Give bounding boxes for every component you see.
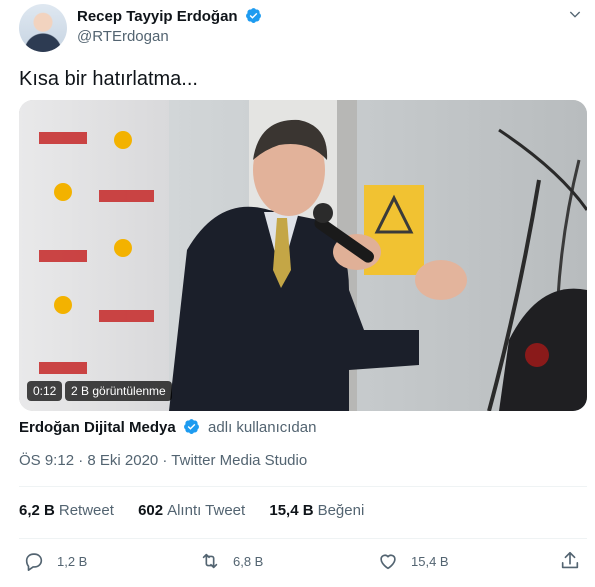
retweet-button[interactable]: 6,8 B	[199, 547, 263, 575]
tweet-timestamp[interactable]: ÖS 9:12 · 8 Eki 2020 · Twitter Media Stu…	[19, 452, 307, 469]
video-views: 2 B görüntülenme	[65, 381, 172, 401]
action-bar: 1,2 B 6,8 B 15,4 B	[19, 547, 587, 575]
stat-likes[interactable]: 15,4 B Beğeni	[269, 502, 364, 519]
verified-icon	[245, 8, 261, 23]
author-name[interactable]: Recep Tayyip Erdoğan	[77, 8, 238, 25]
like-icon	[380, 554, 396, 570]
retweet-icon	[202, 553, 218, 569]
reply-count: 1,2 B	[57, 553, 88, 569]
author-avatar[interactable]	[19, 4, 67, 52]
stat-retweets[interactable]: 6,2 B Retweet	[19, 502, 114, 519]
media-source: Erdoğan Dijital Medya adlı kullanıcıdan	[19, 418, 316, 436]
retweet-count: 6,8 B	[233, 553, 264, 569]
author-name-row[interactable]: Recep Tayyip Erdoğan	[77, 7, 262, 25]
share-icon	[561, 551, 579, 569]
reply-icon	[25, 553, 43, 571]
source-suffix: adlı kullanıcıdan	[208, 419, 317, 436]
stat-quote-tweets[interactable]: 602 Alıntı Tweet	[138, 502, 245, 519]
divider	[19, 538, 587, 539]
like-button[interactable]: 15,4 B	[377, 547, 449, 575]
video-player[interactable]: 0:12 2 B görüntülenme	[19, 100, 587, 411]
tweet-text: Kısa bir hatırlatma...	[19, 68, 198, 90]
divider	[19, 486, 587, 487]
caret-down-icon[interactable]	[567, 6, 583, 22]
video-duration: 0:12	[27, 381, 63, 401]
reply-button[interactable]: 1,2 B	[23, 547, 87, 575]
share-button[interactable]	[559, 547, 581, 575]
video-frame	[19, 100, 587, 411]
verified-icon	[183, 419, 199, 434]
author-handle[interactable]: @RTErdogan	[77, 28, 169, 45]
like-count: 15,4 B	[411, 553, 449, 569]
tweet-stats: 6,2 B Retweet 602 Alıntı Tweet 15,4 B Beğen…	[19, 502, 384, 519]
source-name[interactable]: Erdoğan Dijital Medya	[19, 419, 176, 436]
